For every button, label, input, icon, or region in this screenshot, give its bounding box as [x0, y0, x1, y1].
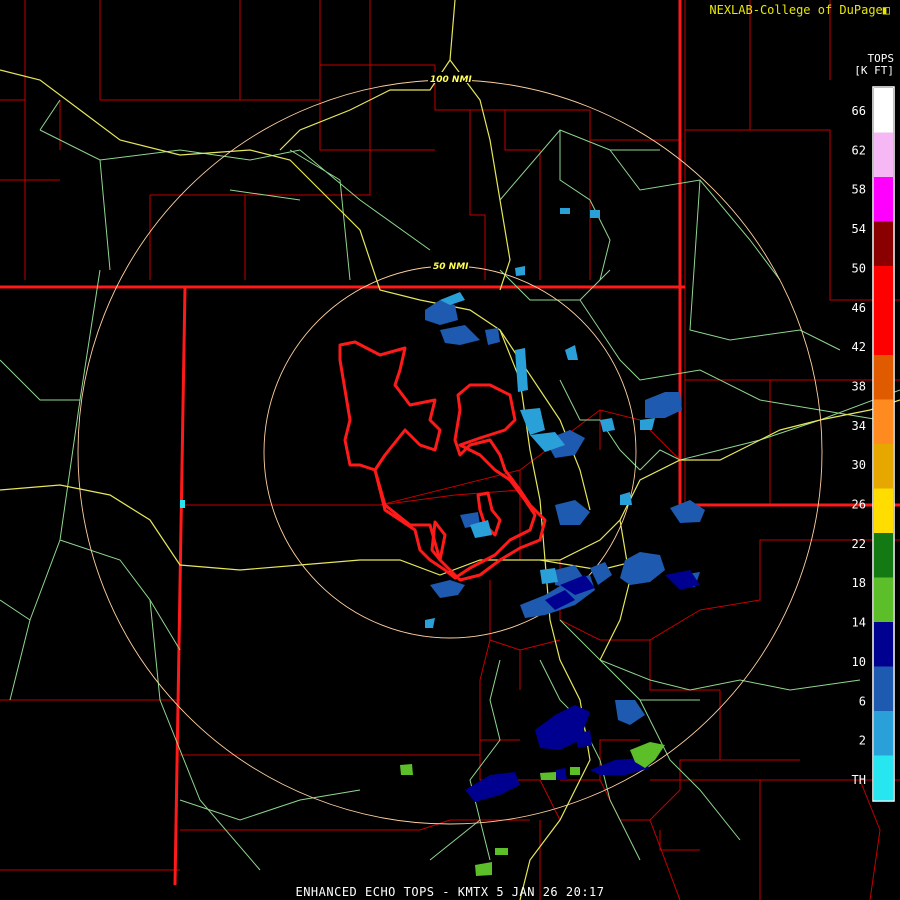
station-id: KMTX: [457, 885, 489, 899]
ring-label-100: 100 NMI: [430, 75, 472, 85]
legend-tick-label: 66: [852, 104, 866, 118]
timestamp: 5 JAN 26 20:17: [496, 885, 605, 899]
product-footer: ENHANCED ECHO TOPS - KMTX 5 JAN 26 20:17: [295, 885, 605, 899]
legend-title-line2: [K FT]: [854, 64, 894, 77]
legend-tick-label: 50: [852, 261, 866, 275]
legend-tick-label: 42: [852, 340, 866, 354]
legend-swatch: [874, 533, 893, 578]
legend-swatch: [874, 666, 893, 712]
legend-swatch: [874, 488, 893, 534]
legend-swatch: [874, 221, 893, 267]
legend-tick-label: 54: [852, 222, 866, 236]
legend-swatch: [874, 355, 893, 400]
logo-icon: ◧: [882, 3, 890, 17]
legend-swatch: [874, 88, 893, 133]
legend-tick-label: 2: [859, 734, 866, 748]
legend-swatch: [874, 577, 893, 623]
legend-tick-label: 18: [852, 576, 866, 590]
legend-swatch: [874, 310, 893, 356]
legend-tick-label: TH: [852, 773, 866, 787]
legend-swatch: [874, 266, 893, 311]
legend-tick-label: 30: [852, 458, 866, 472]
legend-tick-label: 10: [852, 655, 866, 669]
credit-label: NEXLAB-College of DuPage◧: [709, 3, 890, 17]
legend-swatch: [874, 444, 893, 489]
legend-tick-label: 6: [859, 694, 866, 708]
legend-tick-label: 62: [852, 143, 866, 157]
legend-swatch: [874, 177, 893, 222]
legend-swatch: [874, 399, 893, 445]
legend-swatch: [874, 711, 893, 756]
legend-tick-label: 38: [852, 379, 866, 393]
legend-tick-label: 58: [852, 183, 866, 197]
product-name: ENHANCED ECHO TOPS: [295, 885, 435, 899]
legend-tick-label: 22: [852, 537, 866, 551]
legend-tick-label: 14: [852, 616, 866, 630]
ring-label-50: 50 NMI: [433, 262, 469, 272]
legend-swatch: [874, 622, 893, 667]
legend-tick-label: 26: [852, 498, 866, 512]
legend-swatch: [874, 755, 893, 801]
legend-swatch: [874, 132, 893, 178]
legend-tick-label: 46: [852, 301, 866, 315]
legend-tick-label: 34: [852, 419, 866, 433]
radar-map: 100 NMI 50 NMI 6662585450464238343026221…: [0, 0, 900, 900]
